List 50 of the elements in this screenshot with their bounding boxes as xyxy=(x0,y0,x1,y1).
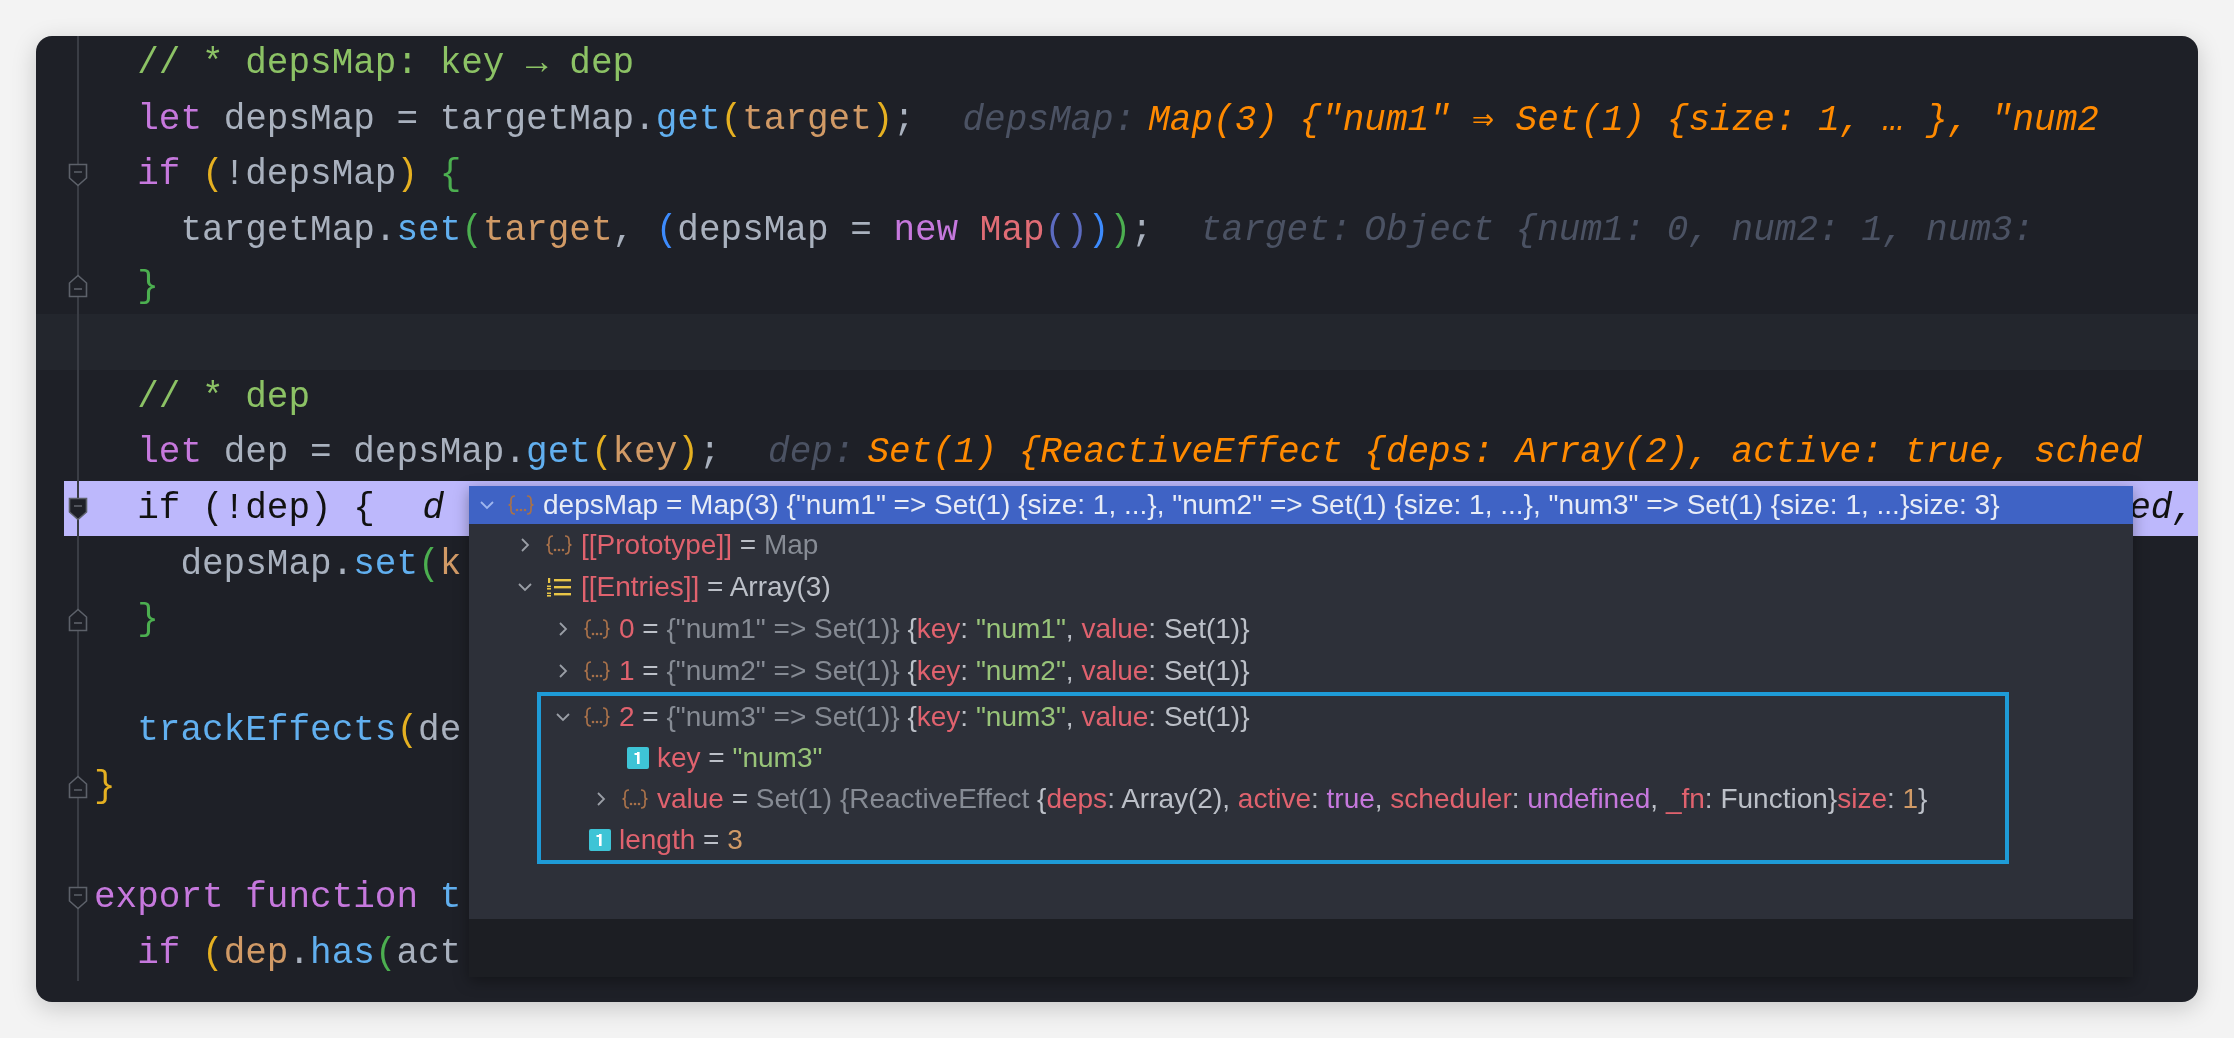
inline-hint: dep: Set(1) {ReactiveEffect {deps: Array(2), active: true, sched xyxy=(768,432,2143,474)
code-line: export function t xyxy=(94,877,462,919)
code-line: // * dep xyxy=(136,376,311,418)
tree-row[interactable]: 0 = {"num1" => Set(1)} {key: "num1", value: Set(1)} xyxy=(469,608,2133,650)
variable-value: length = 3 xyxy=(619,823,743,856)
variable-value: 1 = {"num2" => Set(1)} {key: "num2", value: Set(1)} xyxy=(619,655,1250,687)
code-line: let depsMap = targetMap.get(target); xyxy=(136,98,915,140)
object-icon xyxy=(583,705,611,728)
fold-marker-icon[interactable] xyxy=(68,496,88,521)
tree-row[interactable]: depsMap = Map(3) {"num1" => Set(1) {size: 1, ...}, "num2" => Set(1) {size: 1, ...}, "num3" => Set(1) {size: 1, ...}size: 3} xyxy=(469,486,2133,524)
variable-value: key = "num3" xyxy=(657,741,823,774)
fold-marker-icon[interactable] xyxy=(68,607,88,632)
object-icon xyxy=(545,534,573,556)
list-icon xyxy=(545,576,573,598)
code-line: depsMap.set(k xyxy=(179,543,462,585)
tree-row[interactable]: length = 3 xyxy=(541,819,2005,860)
code-line: if (!dep) { xyxy=(136,488,375,530)
code-line: trackEffects(de xyxy=(136,710,462,752)
fold-marker-icon[interactable] xyxy=(68,774,88,799)
code-line: targetMap.set(target, (depsMap = new Map())); xyxy=(179,210,1153,252)
object-icon xyxy=(507,494,535,516)
primitive-value-icon xyxy=(589,828,611,851)
code-line: // * depsMap: key → dep xyxy=(136,43,635,85)
code-line: if (!depsMap) { xyxy=(136,154,462,196)
variable-value: 2 = {"num3" => Set(1)} {key: "num3", value: Set(1)} xyxy=(619,700,1250,733)
inline-hint: target: Object {num1: 0, num2: 1, num3: xyxy=(1200,210,2035,252)
tree-row[interactable]: 1 = {"num2" => Set(1)} {key: "num2", value: Set(1)} xyxy=(469,650,2133,692)
variable-value: 0 = {"num1" => Set(1)} {key: "num1", value: Set(1)} xyxy=(619,613,1250,645)
variable-value: depsMap = Map(3) {"num1" => Set(1) {size: 1, ...}, "num2" => Set(1) {size: 1, ...}, "num3" => Set(1) {size: 1, ...}size: 3} xyxy=(543,489,2000,521)
variable-value: [[Prototype]] = Map xyxy=(581,529,819,561)
fold-marker-icon[interactable] xyxy=(68,274,88,299)
variable-value: [[Entries]] = Array(3) xyxy=(581,571,831,603)
tree-row[interactable]: key = "num3" xyxy=(541,737,2005,778)
inline-hint: d xyxy=(422,488,444,530)
fold-marker-icon[interactable] xyxy=(68,885,88,910)
tree-row[interactable]: value = Set(1) {ReactiveEffect {deps: Array(2), active: true, scheduler: undefined, _fn: Function}size: 1} xyxy=(541,778,2005,819)
inline-hint: depsMap: Map(3) {"num1" ⇒ Set(1) {size: 1, … }, "num2 xyxy=(962,99,2099,142)
fold-marker-icon[interactable] xyxy=(68,163,88,187)
primitive-value-icon xyxy=(627,746,649,769)
code-line: } xyxy=(136,265,159,307)
object-icon xyxy=(583,618,611,640)
object-icon xyxy=(621,787,649,810)
code-line: let dep = depsMap.get(key); xyxy=(136,432,721,474)
code-line: if (dep.has(act xyxy=(136,932,462,974)
code-line: } xyxy=(136,599,159,641)
code-line: } xyxy=(94,766,116,807)
tree-row[interactable]: [[Entries]] = Array(3) xyxy=(469,566,2133,608)
variable-value: value = Set(1) {ReactiveEffect {deps: Array(2), active: true, scheduler: undefined, _fn: Function}size: 1} xyxy=(657,782,1928,815)
object-icon xyxy=(583,660,611,682)
tree-row[interactable]: 2 = {"num3" => Set(1)} {key: "num3", value: Set(1)} xyxy=(541,696,2005,737)
